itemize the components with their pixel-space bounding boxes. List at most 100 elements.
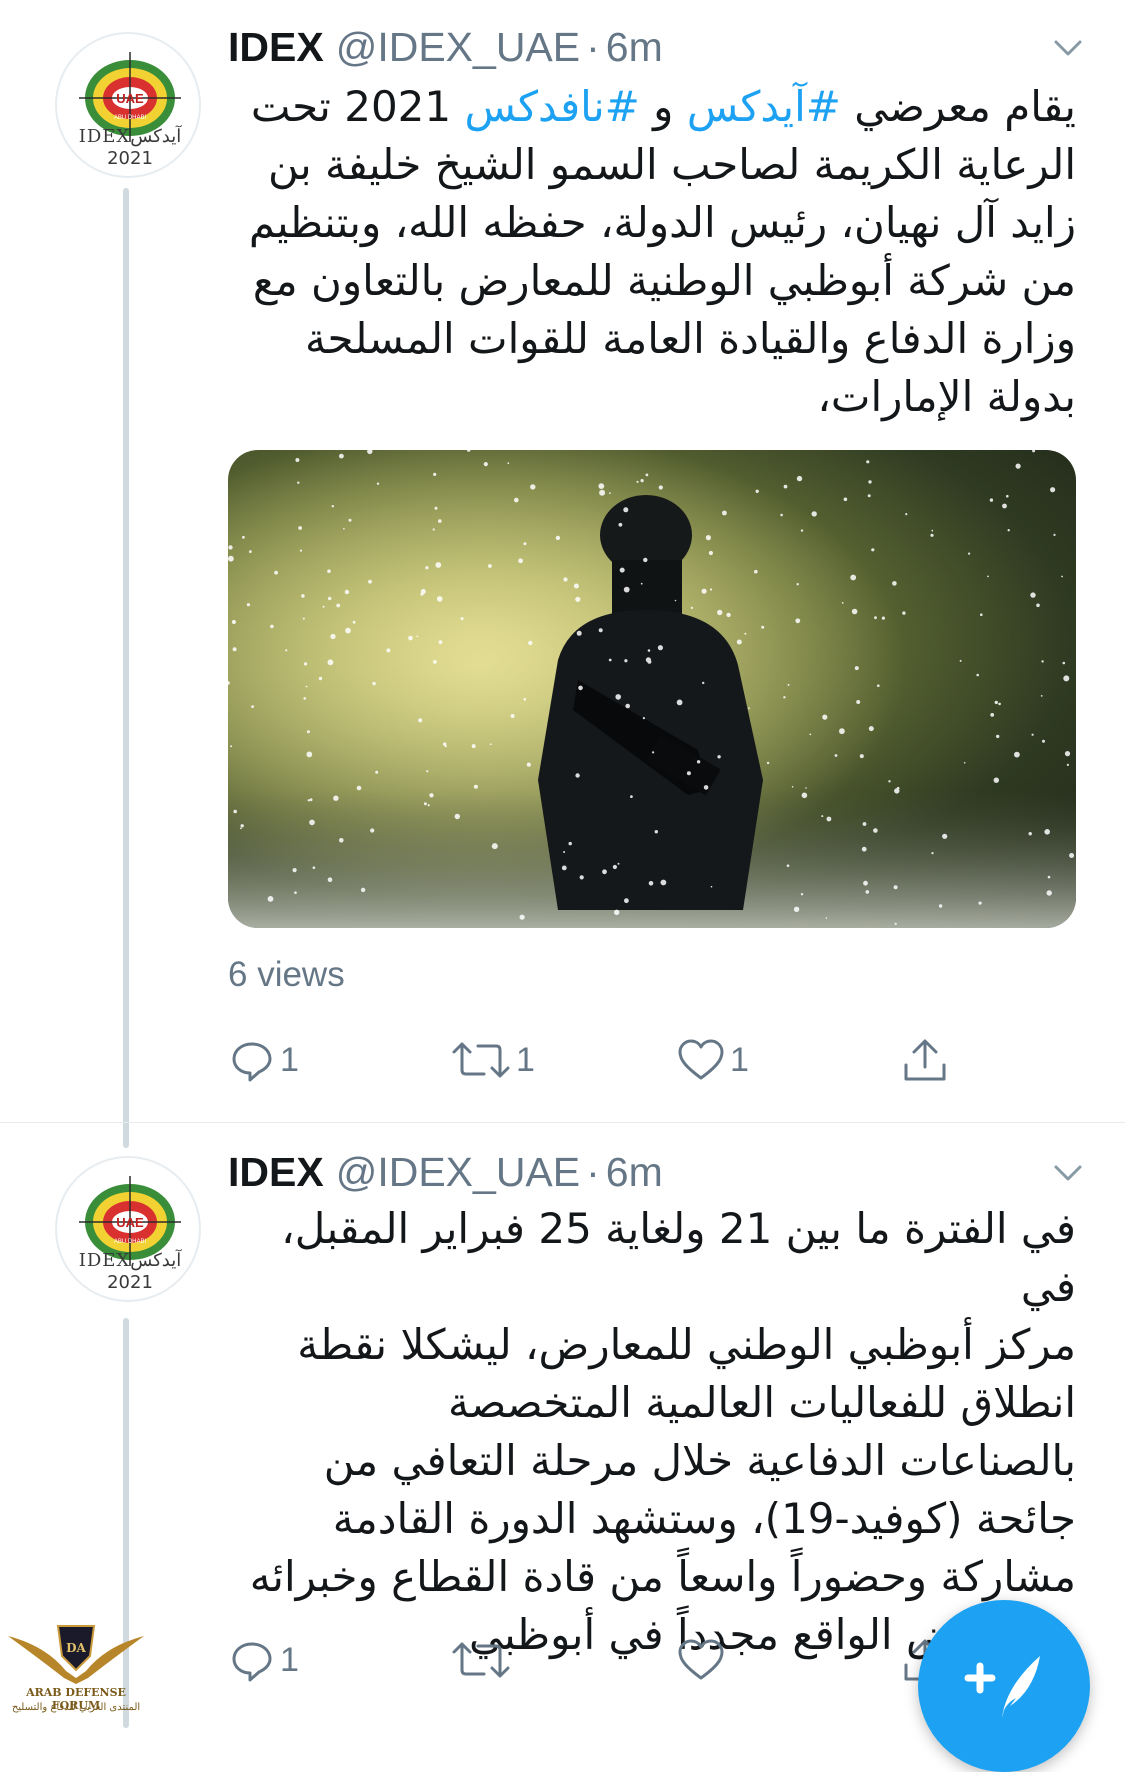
text-run: بالصناعات الدفاعية خلال مرحلة التعافي من bbox=[323, 1436, 1076, 1485]
snow-particle bbox=[717, 755, 721, 759]
snow-particle bbox=[623, 507, 629, 513]
logo-year: 2021 bbox=[107, 1272, 153, 1293]
snow-particle bbox=[352, 620, 356, 624]
snow-particle bbox=[998, 702, 1001, 706]
snow-particle bbox=[942, 833, 948, 839]
snow-particle bbox=[309, 819, 315, 826]
snow-particle bbox=[578, 685, 583, 691]
snow-particle bbox=[555, 535, 561, 541]
snow-particle bbox=[339, 838, 344, 843]
snow-particle bbox=[327, 659, 334, 666]
retweet-button[interactable]: 1 bbox=[450, 1030, 535, 1090]
snow-particle bbox=[783, 696, 786, 699]
chevron-down-icon[interactable] bbox=[1050, 1155, 1086, 1191]
snow-particle bbox=[722, 510, 727, 516]
snow-particle bbox=[1053, 533, 1056, 536]
snow-particle bbox=[297, 481, 300, 484]
retweet-button[interactable] bbox=[450, 1630, 516, 1690]
feather-plus-icon bbox=[964, 1656, 1040, 1718]
snow-particle bbox=[274, 570, 278, 575]
snow-particle bbox=[686, 771, 691, 776]
author-name[interactable]: IDEX bbox=[228, 1149, 324, 1195]
snow-particle bbox=[242, 535, 245, 539]
heart-icon bbox=[678, 1639, 724, 1680]
snow-particle bbox=[561, 865, 567, 871]
text-run: بدولة الإمارات، bbox=[817, 372, 1076, 421]
snow-particle bbox=[640, 479, 644, 483]
snow-particle bbox=[856, 700, 861, 704]
snow-particle bbox=[246, 603, 250, 607]
tweet-media[interactable] bbox=[228, 450, 1076, 928]
snow-particle bbox=[609, 492, 611, 494]
snow-particle bbox=[761, 625, 765, 629]
share-button[interactable] bbox=[900, 1030, 954, 1090]
text-run: الرعاية الكريمة لصاحب السمو الشيخ خليفة … bbox=[268, 140, 1076, 189]
snow-particle bbox=[893, 885, 898, 890]
snow-particle bbox=[744, 632, 747, 635]
snow-particle bbox=[418, 718, 423, 723]
snow-particle bbox=[834, 754, 838, 757]
snow-particle bbox=[330, 633, 336, 640]
hashtag-link[interactable]: #آيدكس bbox=[687, 82, 841, 131]
snow-particle bbox=[231, 619, 236, 625]
snow-particle bbox=[1064, 751, 1071, 757]
snow-particle bbox=[295, 458, 300, 462]
snow-particle bbox=[233, 809, 237, 814]
compose-tweet-button[interactable] bbox=[918, 1600, 1090, 1772]
author-name[interactable]: IDEX bbox=[228, 24, 324, 70]
snow-particle bbox=[432, 528, 435, 531]
snow-particle bbox=[617, 862, 620, 865]
snow-particle bbox=[228, 555, 234, 562]
snow-particle bbox=[568, 841, 572, 846]
snow-particle bbox=[528, 640, 533, 646]
snow-particle bbox=[416, 635, 419, 638]
reply-icon bbox=[232, 1642, 272, 1682]
chevron-down-icon[interactable] bbox=[1050, 30, 1086, 66]
snow-particle bbox=[703, 785, 709, 790]
hashtag-link[interactable]: #نافدكس bbox=[464, 82, 639, 131]
snow-particle bbox=[657, 645, 663, 651]
snow-particle bbox=[748, 707, 750, 710]
tweet-text-line: وزارة الدفاع والقيادة العامة للقوات المس… bbox=[228, 310, 1076, 368]
tweet-text: في الفترة ما بين 21 ولغاية 25 فبراير الم… bbox=[228, 1200, 1076, 1664]
reply-button[interactable]: 1 bbox=[228, 1630, 299, 1690]
author-handle[interactable]: @IDEX_UAE bbox=[336, 24, 580, 70]
snow-particle bbox=[420, 592, 424, 596]
snow-particle bbox=[339, 453, 344, 459]
snow-particle bbox=[579, 875, 584, 880]
snow-particle bbox=[766, 761, 770, 765]
snow-particle bbox=[292, 868, 297, 873]
snow-particle bbox=[821, 815, 824, 818]
snow-particle bbox=[526, 762, 531, 767]
snow-particle bbox=[408, 635, 413, 641]
reply-button[interactable]: 1 bbox=[228, 1030, 299, 1090]
snow-particle bbox=[618, 522, 623, 527]
snow-particle bbox=[968, 552, 971, 555]
snow-particle bbox=[483, 462, 488, 467]
avatar[interactable]: UAE ABU DHABI IDEXآيدكس 2021 bbox=[55, 1156, 201, 1302]
snow-particle bbox=[630, 795, 633, 798]
reply-icon bbox=[232, 1042, 272, 1082]
snow-particle bbox=[805, 787, 807, 789]
snow-particle bbox=[343, 527, 345, 530]
author-handle[interactable]: @IDEX_UAE bbox=[336, 1149, 580, 1195]
snow-particle bbox=[796, 583, 799, 586]
like-button[interactable] bbox=[676, 1630, 730, 1690]
snow-particle bbox=[867, 494, 871, 498]
snow-particle bbox=[356, 785, 362, 791]
forum-emblem-icon: DA bbox=[8, 1625, 144, 1684]
snow-particle bbox=[602, 869, 607, 875]
snow-particle bbox=[902, 611, 906, 615]
snow-particle bbox=[575, 773, 580, 778]
like-button[interactable]: 1 bbox=[676, 1030, 749, 1090]
text-run: زايد آل نهيان، رئيس الدولة، حفظه الله، و… bbox=[248, 198, 1076, 247]
snow-particle bbox=[755, 489, 759, 493]
tweet-text-line: الرعاية الكريمة لصاحب السمو الشيخ خليفة … bbox=[228, 136, 1076, 194]
snow-particle bbox=[702, 681, 705, 685]
snow-particle bbox=[996, 734, 1000, 739]
avatar[interactable]: UAE ABU DHABI IDEXآيدكس 2021 bbox=[55, 32, 201, 178]
tweet-text-line: يقام معرضي #آيدكس و #نافدكس 2021 تحت bbox=[228, 78, 1076, 136]
snow-particle bbox=[425, 566, 429, 570]
snow-particle bbox=[306, 730, 310, 734]
snow-particle bbox=[989, 498, 994, 502]
